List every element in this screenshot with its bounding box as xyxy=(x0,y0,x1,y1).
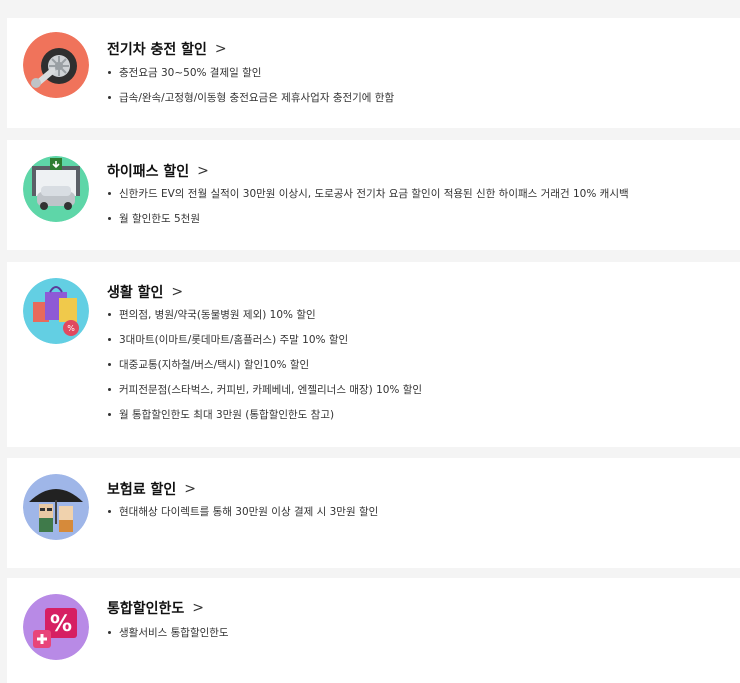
svg-text:%: % xyxy=(67,324,75,333)
list-item: 월 통합할인한도 최대 3만원 (통합할인한도 참고) xyxy=(107,406,422,431)
shopping-bag-icon: % xyxy=(23,278,89,344)
benefit-title: 하이패스 할인 xyxy=(107,164,190,180)
list-item: 커피전문점(스타벅스, 커피빈, 카페베네, 엔젤리너스 매장) 10% 할인 xyxy=(107,381,422,406)
chevron-right-icon: > xyxy=(197,163,209,179)
benefit-title-link[interactable]: 하이패스 할인 > xyxy=(107,161,209,181)
benefit-card-living: % 생활 할인 > 편의점, 병원/약국(동물병원 제외) 10% 할인 3대마… xyxy=(7,262,740,447)
benefit-title-link[interactable]: 전기차 충전 할인 > xyxy=(107,39,227,59)
svg-text:%: % xyxy=(50,612,72,637)
tire-wrench-icon xyxy=(23,32,89,98)
chevron-right-icon: > xyxy=(214,41,227,57)
list-item: 생활서비스 통합할인한도 xyxy=(107,624,229,649)
umbrella-people-icon xyxy=(23,474,89,540)
list-item: 신한카드 EV의 전월 실적이 30만원 이상시, 도로공사 전기차 요금 할인… xyxy=(107,185,629,210)
chevron-right-icon: > xyxy=(171,284,184,300)
benefit-card-ev-charging: 전기차 충전 할인 > 충전요금 30~50% 결제일 할인 급속/완속/고정형… xyxy=(7,18,740,128)
list-item: 대중교통(지하철/버스/택시) 할인10% 할인 xyxy=(107,356,422,381)
benefit-title: 생활 할인 xyxy=(107,285,164,301)
benefit-detail-list: 편의점, 병원/약국(동물병원 제외) 10% 할인 3대마트(이마트/롯데마트… xyxy=(107,306,422,431)
list-item: 월 할인한도 5천원 xyxy=(107,210,629,235)
benefit-card-hipass: 하이패스 할인 > 신한카드 EV의 전월 실적이 30만원 이상시, 도로공사… xyxy=(7,140,740,250)
benefit-detail-list: 현대해상 다이렉트를 통해 30만원 이상 결제 시 3만원 할인 xyxy=(107,503,378,528)
benefit-title: 보험료 할인 xyxy=(107,482,177,498)
toll-gate-car-icon xyxy=(23,156,89,222)
chevron-right-icon: > xyxy=(184,481,197,497)
benefit-title-link[interactable]: 생활 할인 > xyxy=(107,282,183,302)
list-item: 현대해상 다이렉트를 통해 30만원 이상 결제 시 3만원 할인 xyxy=(107,503,378,528)
benefit-title: 전기차 충전 할인 xyxy=(107,42,207,58)
percent-plus-icon: % xyxy=(23,594,89,660)
benefit-detail-list: 생활서비스 통합할인한도 xyxy=(107,624,229,649)
chevron-right-icon: > xyxy=(192,600,205,616)
benefit-title: 통합할인한도 xyxy=(107,601,185,617)
benefit-card-integrated-limit: % 통합할인한도 > 생활서비스 통합할인한도 xyxy=(7,578,740,683)
benefit-card-insurance: 보험료 할인 > 현대해상 다이렉트를 통해 30만원 이상 결제 시 3만원 … xyxy=(7,458,740,568)
benefit-detail-list: 충전요금 30~50% 결제일 할인 급속/완속/고정형/이동형 충전요금은 제… xyxy=(107,64,394,114)
list-item: 급속/완속/고정형/이동형 충전요금은 제휴사업자 충전기에 한함 xyxy=(107,89,394,114)
list-item: 편의점, 병원/약국(동물병원 제외) 10% 할인 xyxy=(107,306,422,331)
benefit-title-link[interactable]: 보험료 할인 > xyxy=(107,479,196,499)
benefit-list: 전기차 충전 할인 > 충전요금 30~50% 결제일 할인 급속/완속/고정형… xyxy=(0,0,740,683)
list-item: 충전요금 30~50% 결제일 할인 xyxy=(107,64,394,89)
benefit-title-link[interactable]: 통합할인한도 > xyxy=(107,598,204,618)
list-item: 3대마트(이마트/롯데마트/홈플러스) 주말 10% 할인 xyxy=(107,331,422,356)
benefit-detail-list: 신한카드 EV의 전월 실적이 30만원 이상시, 도로공사 전기차 요금 할인… xyxy=(107,185,629,235)
